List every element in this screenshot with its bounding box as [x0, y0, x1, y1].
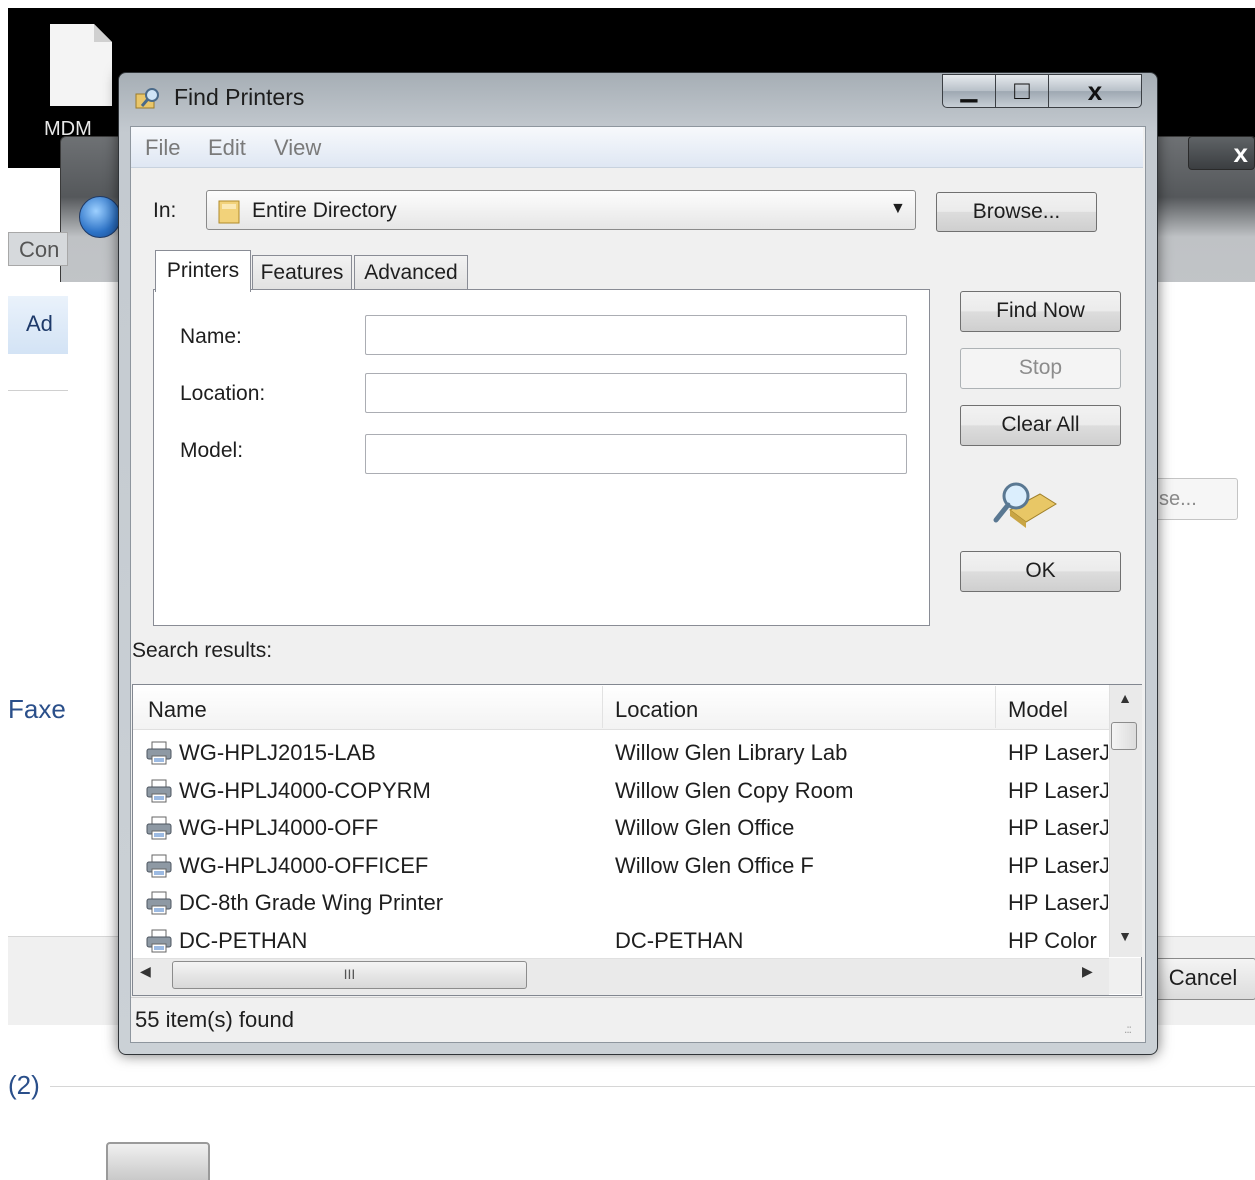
cell-name: WG-HPLJ4000-OFFICEF [179, 853, 429, 878]
maximize-icon: □ [1014, 75, 1030, 105]
search-results-label: Search results: [132, 639, 273, 662]
cell-name: WG-HPLJ2015-LAB [179, 740, 376, 765]
model-input[interactable] [365, 434, 907, 474]
background-section-heading: Faxe [8, 694, 66, 724]
table-row[interactable]: DC-PETHAN DC-PETHAN HP Color [133, 922, 1109, 959]
cell-model: HP LaserJ [1008, 815, 1108, 840]
scroll-corner [1109, 958, 1141, 994]
cell-name: WG-HPLJ4000-OFF [179, 815, 379, 840]
divider [8, 390, 68, 391]
scroll-up-icon[interactable]: ▲ [1109, 690, 1141, 716]
status-item-count: 55 item(s) found [135, 1007, 294, 1032]
maximize-button[interactable]: □ [995, 74, 1049, 108]
cell-model: HP LaserJ [1008, 778, 1108, 803]
tab-features[interactable]: Features [252, 255, 352, 289]
minimize-button[interactable]: ▁ [942, 74, 996, 108]
minimize-icon: ▁ [960, 77, 978, 102]
cell-model: HP LaserJ [1008, 890, 1108, 915]
table-row[interactable]: WG-HPLJ4000-OFF Willow Glen Office HP Lase… [133, 809, 1109, 846]
cell-location: DC-PETHAN [615, 928, 744, 953]
cell-model: HP LaserJ [1008, 853, 1108, 878]
ok-button[interactable]: OK [960, 551, 1121, 592]
dialog-title: Find Printers [174, 84, 305, 110]
table-row[interactable]: WG-HPLJ4000-OFFICEF Willow Glen Office F H… [133, 847, 1109, 884]
find-now-button[interactable]: Find Now [960, 291, 1121, 332]
vertical-scroll-thumb[interactable] [1111, 722, 1137, 750]
file-icon[interactable] [50, 24, 112, 106]
horizontal-scroll-thumb[interactable]: III [172, 961, 527, 989]
cell-location: Willow Glen Office [615, 815, 795, 840]
column-location[interactable]: Location [615, 697, 698, 723]
column-separator[interactable] [995, 686, 996, 728]
printer-icon[interactable] [106, 1142, 210, 1180]
resize-grip-icon[interactable]: .:: [1124, 1022, 1132, 1036]
menu-edit[interactable]: Edit [208, 135, 246, 161]
background-tab[interactable]: Con [8, 232, 68, 266]
dropdown-arrow-icon[interactable]: ▼ [890, 200, 906, 218]
cell-name: DC-PETHAN [179, 928, 308, 953]
printer-icon [146, 816, 172, 840]
model-label: Model: [180, 439, 244, 462]
divider [50, 1086, 1255, 1087]
column-separator[interactable] [602, 686, 603, 728]
close-button[interactable]: x [1048, 74, 1142, 108]
table-row[interactable]: WG-HPLJ4000-COPYRM Willow Glen Copy Room H… [133, 772, 1109, 809]
printer-icon [146, 779, 172, 803]
menu-view[interactable]: View [274, 135, 321, 161]
scroll-down-icon[interactable]: ▼ [1109, 928, 1141, 954]
column-model[interactable]: Model [1008, 697, 1068, 723]
cell-name: DC-8th Grade Wing Printer [179, 890, 444, 915]
close-icon: x [1087, 76, 1103, 106]
cell-location: Willow Glen Office F [615, 853, 814, 878]
background-cancel-button[interactable]: Cancel [1150, 958, 1255, 1000]
clear-all-button[interactable]: Clear All [960, 405, 1121, 446]
back-arrow-icon[interactable] [79, 196, 121, 238]
scroll-right-icon[interactable]: ▶ [1082, 963, 1093, 980]
printer-icon [146, 854, 172, 878]
cell-name: WG-HPLJ4000-COPYRM [179, 778, 431, 803]
background-group-count: (2) [8, 1070, 40, 1100]
printer-icon [146, 929, 172, 953]
printer-icon [146, 741, 172, 765]
printer-icon [146, 891, 172, 915]
menu-bar: File Edit View [131, 127, 1143, 168]
find-printers-icon [135, 88, 159, 109]
cell-location: Willow Glen Copy Room [615, 778, 854, 803]
search-magnifier-icon [993, 482, 1057, 528]
name-label: Name: [180, 325, 242, 348]
stop-button[interactable]: Stop [960, 348, 1121, 389]
table-row[interactable]: DC-8th Grade Wing Printer HP LaserJ [133, 884, 1109, 921]
name-input[interactable] [365, 315, 907, 355]
cell-model: HP LaserJ [1008, 740, 1108, 765]
background-close-button[interactable]: x [1188, 136, 1255, 170]
tab-printers[interactable]: Printers [155, 250, 251, 292]
browse-button[interactable]: Browse... [936, 192, 1097, 232]
background-add-button[interactable]: Ad [8, 296, 68, 354]
table-row[interactable]: WG-HPLJ2015-LAB Willow Glen Library Lab HP… [133, 734, 1109, 771]
directory-icon [218, 200, 240, 224]
column-name[interactable]: Name [148, 697, 207, 723]
location-input[interactable] [365, 373, 907, 413]
menu-file[interactable]: File [145, 135, 180, 161]
in-label: In: [153, 199, 177, 222]
cell-location: Willow Glen Library Lab [615, 740, 848, 765]
scroll-left-icon[interactable]: ◀ [140, 963, 151, 980]
in-scope-value: Entire Directory [252, 199, 397, 222]
location-label: Location: [180, 382, 266, 405]
tab-advanced[interactable]: Advanced [354, 255, 468, 289]
cell-model: HP Color [1008, 928, 1097, 953]
